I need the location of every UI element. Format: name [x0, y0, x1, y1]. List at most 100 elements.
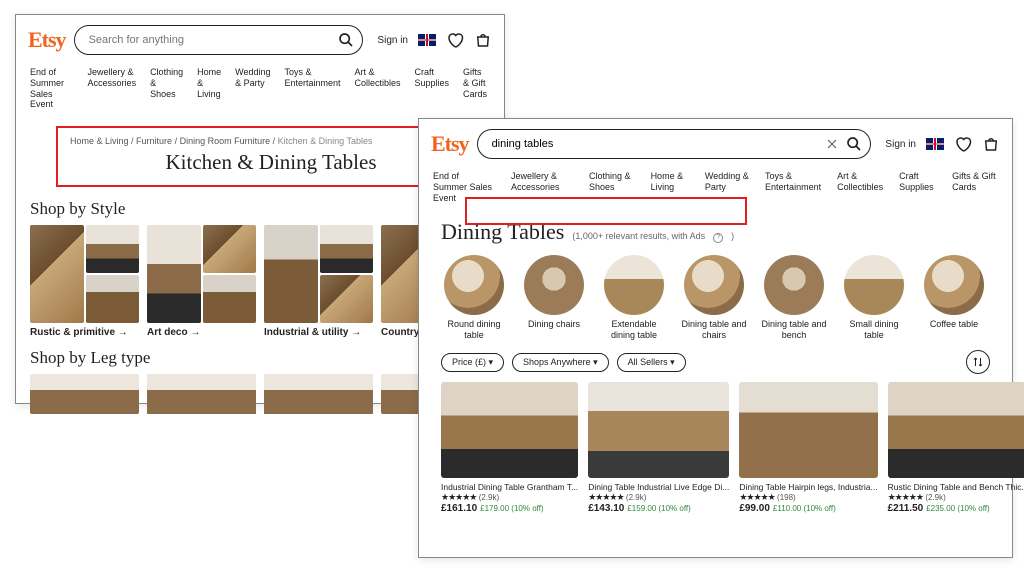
nav-item[interactable]: Toys & Entertainment — [284, 67, 340, 110]
region-flag-icon[interactable] — [926, 138, 944, 150]
etsy-logo[interactable]: Etsy — [28, 27, 66, 53]
nav-item[interactable]: Wedding & Party — [705, 171, 749, 203]
category-bubble[interactable]: Dining chairs — [521, 255, 587, 340]
search-results-window: Etsy Sign in End of Summer Sales Event J… — [418, 118, 1013, 558]
filter-location[interactable]: Shops Anywhere ▾ — [512, 353, 609, 372]
legtype-card[interactable] — [30, 374, 139, 414]
style-label: Art deco — [147, 327, 256, 338]
etsy-logo[interactable]: Etsy — [431, 131, 469, 157]
region-flag-icon[interactable] — [418, 34, 436, 46]
results-count: (1,000+ relevant results, with Ads — [572, 231, 705, 241]
search-bar[interactable] — [74, 25, 364, 55]
search-bar[interactable] — [477, 129, 872, 159]
crumb-link[interactable]: Home & Living — [70, 136, 129, 146]
favorites-icon[interactable] — [446, 31, 464, 49]
sort-button[interactable] — [966, 350, 990, 374]
product-card[interactable]: Rustic Dining Table and Bench Thic... ★★… — [888, 382, 1024, 514]
star-rating-icon: ★★★★★ — [588, 492, 623, 502]
cart-icon[interactable] — [474, 31, 492, 49]
crumb-link[interactable]: Dining Room Furniture — [180, 136, 271, 146]
original-price: £159.00 (10% off) — [627, 504, 690, 513]
original-price: £235.00 (10% off) — [926, 504, 989, 513]
style-label: Rustic & primitive — [30, 327, 139, 338]
nav-item[interactable]: Jewellery & Accessories — [511, 171, 573, 203]
legtype-card[interactable] — [147, 374, 256, 414]
search-input[interactable] — [89, 34, 339, 46]
legtype-card[interactable] — [264, 374, 373, 414]
favorites-icon[interactable] — [954, 135, 972, 153]
nav-item[interactable]: Wedding & Party — [235, 67, 270, 110]
nav-item[interactable]: Gifts & Gift Cards — [463, 67, 490, 110]
style-label: Industrial & utility — [264, 327, 373, 338]
search-input[interactable] — [492, 138, 827, 150]
product-image — [888, 382, 1024, 478]
results-grid: Industrial Dining Table Grantham T... ★★… — [419, 382, 1012, 514]
filter-price[interactable]: Price (£) ▾ — [441, 353, 504, 372]
primary-nav: End of Summer Sales Event Jewellery & Ac… — [419, 163, 1012, 209]
category-bubble[interactable]: Small dining table — [841, 255, 907, 340]
style-card[interactable]: Industrial & utility — [264, 225, 373, 338]
category-bubble[interactable]: Extendable dining table — [601, 255, 667, 340]
nav-item[interactable]: Art & Collectibles — [355, 67, 401, 110]
header-actions: Sign in — [885, 135, 1000, 153]
page-title: Dining Tables — [441, 219, 564, 245]
nav-item[interactable]: End of Summer Sales Event — [30, 67, 74, 110]
nav-item[interactable]: Home & Living — [651, 171, 689, 203]
category-bubble[interactable]: Dining table and chairs — [681, 255, 747, 340]
review-count: (2.9k) — [626, 493, 646, 502]
product-price: £99.00 — [739, 503, 770, 514]
category-bubble[interactable]: Dining table and bench — [761, 255, 827, 340]
nav-item[interactable]: Craft Supplies — [899, 171, 936, 203]
product-title: Dining Table Hairpin legs, Industria... — [739, 482, 877, 492]
nav-item[interactable]: Gifts & Gift Cards — [952, 171, 998, 203]
nav-item[interactable]: Clothing & Shoes — [589, 171, 635, 203]
nav-item[interactable]: Craft Supplies — [415, 67, 450, 110]
product-card[interactable]: Dining Table Hairpin legs, Industria... … — [739, 382, 877, 514]
category-bubbles: Round dining table Dining chairs Extenda… — [419, 253, 1012, 346]
style-card[interactable]: Art deco — [147, 225, 256, 338]
nav-item[interactable]: Home & Living — [197, 67, 221, 110]
product-price: £211.50 — [888, 503, 924, 514]
search-icon[interactable] — [338, 32, 354, 48]
product-title: Dining Table Industrial Live Edge Di... — [588, 482, 729, 492]
clear-icon[interactable] — [826, 138, 838, 150]
review-count: (2.9k) — [479, 493, 499, 502]
product-image — [441, 382, 578, 478]
original-price: £179.00 (10% off) — [480, 504, 543, 513]
signin-link[interactable]: Sign in — [885, 139, 916, 150]
nav-item[interactable]: Clothing & Shoes — [150, 67, 183, 110]
crumb-link[interactable]: Furniture — [136, 136, 172, 146]
header: Etsy Sign in — [16, 15, 504, 59]
star-rating-icon: ★★★★★ — [441, 492, 476, 502]
category-bubble[interactable]: Round dining table — [441, 255, 507, 340]
primary-nav: End of Summer Sales Event Jewellery & Ac… — [16, 59, 504, 116]
info-icon[interactable]: ? — [713, 233, 723, 243]
product-card[interactable]: Dining Table Industrial Live Edge Di... … — [588, 382, 729, 514]
star-rating-icon: ★★★★★ — [888, 492, 923, 502]
product-price: £143.10 — [588, 503, 624, 514]
filter-sellers[interactable]: All Sellers ▾ — [617, 353, 686, 372]
style-card[interactable]: Rustic & primitive — [30, 225, 139, 338]
crumb-current: Kitchen & Dining Tables — [278, 136, 373, 146]
cart-icon[interactable] — [982, 135, 1000, 153]
product-title: Rustic Dining Table and Bench Thic... — [888, 482, 1024, 492]
original-price: £110.00 (10% off) — [773, 504, 836, 513]
nav-item[interactable]: Art & Collectibles — [837, 171, 883, 203]
product-card[interactable]: Industrial Dining Table Grantham T... ★★… — [441, 382, 578, 514]
product-image — [739, 382, 877, 478]
page-title: Kitchen & Dining Tables — [70, 150, 472, 175]
breadcrumb: Home & Living / Furniture / Dining Room … — [70, 136, 472, 146]
sort-icon — [972, 356, 984, 368]
results-header: Dining Tables (1,000+ relevant results, … — [419, 215, 1012, 253]
nav-item[interactable]: Toys & Entertainment — [765, 171, 821, 203]
category-bubble[interactable]: Coffee table — [921, 255, 987, 340]
product-price: £161.10 — [441, 503, 477, 514]
nav-item[interactable]: Jewellery & Accessories — [88, 67, 137, 110]
signin-link[interactable]: Sign in — [377, 35, 408, 46]
review-count: (198) — [777, 493, 796, 502]
header: Etsy Sign in — [419, 119, 1012, 163]
nav-item[interactable]: End of Summer Sales Event — [433, 171, 495, 203]
product-title: Industrial Dining Table Grantham T... — [441, 482, 578, 492]
review-count: (2.9k) — [925, 493, 945, 502]
search-icon[interactable] — [846, 136, 862, 152]
